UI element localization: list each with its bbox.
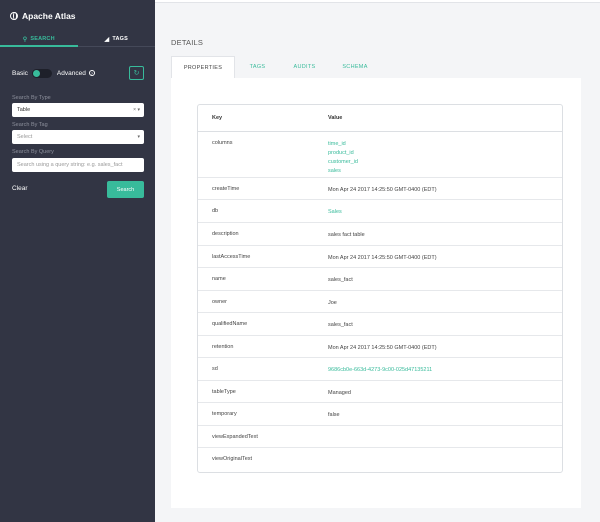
table-row: lastAccessTime Mon Apr 24 2017 14:25:50 G… <box>198 246 562 268</box>
table-row: columns time_id product_id customer_id sales <box>198 132 562 178</box>
value-text: sales fact table <box>328 232 365 238</box>
property-key: db <box>212 208 219 214</box>
table-row: viewExpandedText <box>198 426 562 448</box>
sidebar: Apache Atlas ⚲ SEARCH ◢ TAGS Basic Advan… <box>0 0 155 522</box>
refresh-button[interactable]: ↻ <box>129 66 144 80</box>
value-text: Mon Apr 24 2017 14:25:50 GMT-0400 (EDT) <box>328 345 437 351</box>
property-value: sales_fact <box>328 313 353 330</box>
type-label: Search By Type <box>12 95 51 101</box>
value-text: Managed <box>328 390 351 396</box>
property-key: retention <box>212 344 234 350</box>
property-key: viewExpandedText <box>212 434 258 440</box>
search-button[interactable]: Search <box>107 181 144 198</box>
table-row: owner Joe <box>198 291 562 313</box>
value-link[interactable]: sales <box>328 167 358 176</box>
value-text: Mon Apr 24 2017 14:25:50 GMT-0400 (EDT) <box>328 255 437 261</box>
property-value: sales_fact <box>328 268 353 285</box>
property-value: Sales <box>328 200 342 217</box>
table-row: description sales fact table <box>198 223 562 246</box>
switch-knob <box>32 69 40 77</box>
property-value: 9686cb0e-663d-4273-9c00-025d47135211 <box>328 358 432 375</box>
query-placeholder: Search using a query string: e.g. sales_… <box>17 162 123 168</box>
tab-audits[interactable]: AUDITS <box>280 56 329 78</box>
tab-tags[interactable]: ◢ TAGS <box>78 32 156 46</box>
property-key: createTime <box>212 186 240 192</box>
query-label: Search By Query <box>12 149 54 155</box>
property-key: lastAccessTime <box>212 254 251 260</box>
advanced-label: Advanced <box>56 69 86 77</box>
type-select[interactable]: Table × ▾ <box>12 103 144 117</box>
detail-tabs: PROPERTIES TAGS AUDITS SCHEMA <box>171 56 381 78</box>
tab-tags-detail[interactable]: TAGS <box>235 56 280 78</box>
value-link[interactable]: 9686cb0e-663d-4273-9c00-025d47135211 <box>328 366 432 375</box>
active-tab-indicator <box>0 45 78 47</box>
globe-icon <box>10 12 18 20</box>
property-value: Managed <box>328 381 351 398</box>
property-value: Mon Apr 24 2017 14:25:50 GMT-0400 (EDT) <box>328 178 437 195</box>
table-row: db Sales <box>198 200 562 223</box>
value-text: Joe <box>328 300 337 306</box>
value-text: sales_fact <box>328 322 353 328</box>
page-title: DETAILS <box>171 38 204 47</box>
tag-value: Select <box>17 134 33 140</box>
value-link[interactable]: Sales <box>328 208 342 217</box>
table-row: retention Mon Apr 24 2017 14:25:50 GMT-04… <box>198 336 562 358</box>
table-row: qualifiedName sales_fact <box>198 313 562 336</box>
clear-caret-icon[interactable]: × ▾ <box>133 107 140 113</box>
refresh-icon: ↻ <box>133 70 140 77</box>
sidebar-tabs: ⚲ SEARCH ◢ TAGS <box>0 32 155 46</box>
help-icon[interactable]: ? <box>88 70 95 76</box>
chevron-down-icon: ▾ <box>137 134 140 140</box>
property-key: columns <box>212 140 233 146</box>
properties-table: Key Value columns time_id product_id custom… <box>197 104 563 473</box>
top-bar <box>155 0 600 3</box>
table-row: viewOriginalText <box>198 448 562 470</box>
basic-label: Basic <box>12 69 28 77</box>
table-row: createTime Mon Apr 24 2017 14:25:50 GMT-0… <box>198 178 562 200</box>
tab-search[interactable]: ⚲ SEARCH <box>0 32 78 46</box>
value-text: sales_fact <box>328 277 353 283</box>
search-mode-toggle-row: Basic Advanced ? ↻ <box>12 66 144 80</box>
property-value: sales fact table <box>328 223 365 240</box>
tab-schema[interactable]: SCHEMA <box>329 56 381 78</box>
property-key: owner <box>212 299 227 305</box>
value-text: false <box>328 412 340 418</box>
value-link[interactable]: customer_id <box>328 158 358 167</box>
brand-name: Apache Atlas <box>22 11 76 21</box>
table-body: columns time_id product_id customer_id sales… <box>198 132 562 470</box>
property-value: Mon Apr 24 2017 14:25:50 GMT-0400 (EDT) <box>328 246 437 263</box>
tag-icon: ◢ <box>104 36 110 43</box>
value-header: Value <box>328 115 343 121</box>
property-key: description <box>212 231 239 237</box>
property-key: tableType <box>212 389 236 395</box>
property-key: temporary <box>212 411 237 417</box>
type-value: Table <box>17 107 31 113</box>
tag-select[interactable]: Select ▾ <box>12 130 144 144</box>
tab-properties[interactable]: PROPERTIES <box>171 56 235 78</box>
table-row: name sales_fact <box>198 268 562 291</box>
value-link[interactable]: time_id <box>328 140 358 149</box>
table-header: Key Value <box>198 105 562 132</box>
search-mode-switch[interactable] <box>31 68 52 78</box>
property-value: Mon Apr 24 2017 14:25:50 GMT-0400 (EDT) <box>328 336 437 353</box>
property-key: viewOriginalText <box>212 456 253 462</box>
value-text: Mon Apr 24 2017 14:25:50 GMT-0400 (EDT) <box>328 187 437 193</box>
table-row: tableType Managed <box>198 381 562 403</box>
property-value: time_id product_id customer_id sales <box>328 132 358 176</box>
search-icon: ⚲ <box>22 36 28 43</box>
property-key: name <box>212 276 226 282</box>
query-input[interactable]: Search using a query string: e.g. sales_… <box>12 158 144 172</box>
property-value: false <box>328 403 340 420</box>
property-value: Joe <box>328 291 337 308</box>
property-key: qualifiedName <box>212 321 248 327</box>
table-row: temporary false <box>198 403 562 426</box>
key-header: Key <box>212 115 223 121</box>
tag-label: Search By Tag <box>12 122 48 128</box>
property-key: sd <box>212 366 218 372</box>
value-link[interactable]: product_id <box>328 149 358 158</box>
table-row: sd 9686cb0e-663d-4273-9c00-025d47135211 <box>198 358 562 381</box>
clear-link[interactable]: Clear <box>12 185 28 192</box>
brand[interactable]: Apache Atlas <box>0 0 155 32</box>
